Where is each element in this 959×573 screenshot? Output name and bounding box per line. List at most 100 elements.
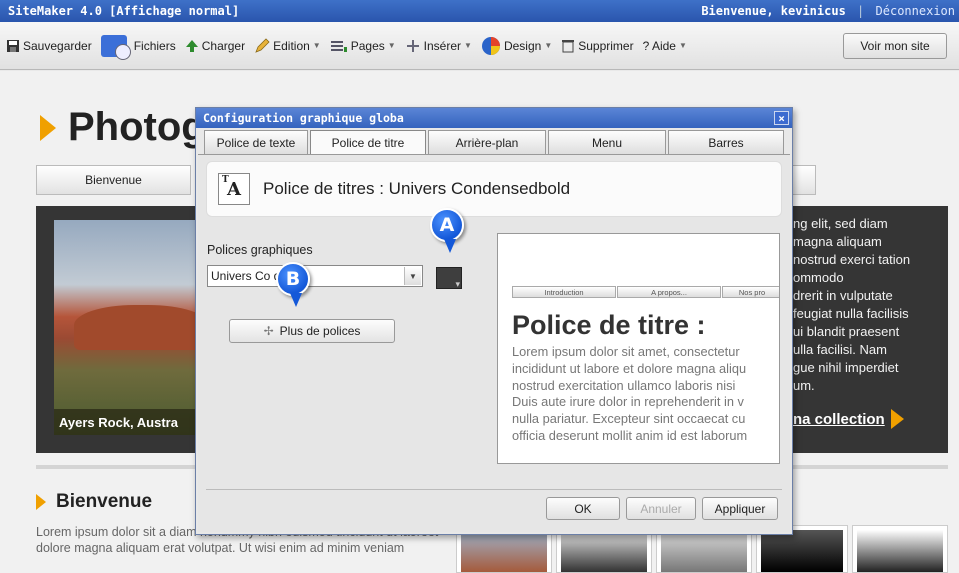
preview-line: officia deserunt mollit anim id est labo… xyxy=(512,427,748,443)
font-select[interactable]: Univers Co dbold ▼ xyxy=(207,265,423,287)
callout-b-marker: B xyxy=(276,262,310,307)
dialog-header-text: Police de titres : Univers Condensedbold xyxy=(263,179,571,198)
cancel-button[interactable]: Annuler xyxy=(626,497,696,520)
banner-line: um. xyxy=(793,378,815,393)
preview-tab: Introduction xyxy=(512,286,616,298)
logout-link[interactable]: Déconnexion xyxy=(876,4,955,18)
color-picker[interactable] xyxy=(436,267,462,290)
design-label: Design xyxy=(503,38,542,53)
close-icon[interactable]: × xyxy=(774,111,789,125)
dialog-tabs: Police de texte Police de titre Arrière-… xyxy=(204,130,790,155)
save-button[interactable]: Sauvegarder xyxy=(6,33,92,59)
help-label: ? Aide xyxy=(642,38,676,53)
photo-caption: Ayers Rock, Austra xyxy=(54,409,209,435)
separator: | xyxy=(857,4,865,18)
insert-label: Insérer xyxy=(423,38,462,53)
banner-line: magna aliquam xyxy=(793,234,882,249)
palette-globe-icon xyxy=(481,36,501,56)
chevron-right-icon xyxy=(890,409,904,429)
app-titlebar: SiteMaker 4.0 [Affichage normal] Bienven… xyxy=(0,0,959,22)
preview-text: Lorem ipsum dolor sit amet, consectetur … xyxy=(512,344,779,445)
chevron-down-icon: ▼ xyxy=(678,41,687,50)
pages-menu[interactable]: Pages ▼ xyxy=(330,33,396,59)
tab-background[interactable]: Arrière-plan xyxy=(428,130,546,154)
preview-line: nostrud exercitation ullamco laboris nis… xyxy=(512,377,736,393)
preview-line: Lorem ipsum dolor sit amet, consectetur xyxy=(512,344,740,359)
files-cd-icon xyxy=(100,34,131,60)
apply-button[interactable]: Appliquer xyxy=(702,497,778,520)
upload-arrow-icon xyxy=(185,39,199,53)
banner-line: drerit in vulputate xyxy=(793,288,893,303)
dialog-body: T A Police de titres : Univers Condensed… xyxy=(198,154,790,532)
banner-line: gue nihil imperdiet xyxy=(793,360,899,375)
chevron-down-icon[interactable]: ▼ xyxy=(404,267,421,285)
upload-button[interactable]: Charger xyxy=(185,33,245,59)
hero-photo: Ayers Rock, Austra xyxy=(54,220,209,435)
preview-line: Duis aute irure dolor in reprehenderit i… xyxy=(512,394,744,410)
banner-line: nostrud exerci tation xyxy=(793,252,911,267)
tab-text-font[interactable]: Police de texte xyxy=(204,130,308,154)
banner-line: ulla facilisi. Nam xyxy=(793,342,887,357)
fonts-label: Polices graphiques xyxy=(207,243,313,257)
design-menu[interactable]: Design ▼ xyxy=(481,33,552,59)
preview-tab: Nos pro xyxy=(722,286,779,298)
banner-line: ommodo xyxy=(793,270,844,285)
banner-line: ng elit, sed diam xyxy=(793,216,888,231)
preview-line: nulla pariatur. Excepteur sint occaecat … xyxy=(512,411,746,427)
rock-shape xyxy=(74,305,209,350)
user-area: Bienvenue, kevinicus | Déconnexion xyxy=(701,4,955,18)
thumbnail[interactable] xyxy=(852,525,948,573)
callout-a-marker: A xyxy=(430,208,464,253)
save-label: Sauvegarder xyxy=(23,38,92,53)
banner-text: ng elit, sed diam magna aliquam nostrud … xyxy=(793,215,943,395)
section-title: Bienvenue xyxy=(36,491,152,513)
dialog-title: Configuration graphique globa xyxy=(203,111,404,125)
banner-line: feugiat nulla facilisis xyxy=(793,306,909,321)
delete-label: Supprimer xyxy=(578,38,634,53)
font-icon: T A xyxy=(218,173,250,205)
dialog-titlebar[interactable]: Configuration graphique globa × xyxy=(196,108,792,128)
dialog-header: T A Police de titres : Univers Condensed… xyxy=(206,161,782,217)
collection-link-text: na collection xyxy=(793,410,885,428)
graphic-config-dialog: Configuration graphique globa × Police d… xyxy=(195,107,793,535)
main-toolbar: Sauvegarder Fichiers Charger Edition ▼ Pa… xyxy=(0,22,959,70)
upload-label: Charger xyxy=(201,38,246,53)
pencil-icon xyxy=(254,37,270,54)
font-preview: Introduction A propos... Nos pro Police … xyxy=(497,233,780,464)
ok-button[interactable]: OK xyxy=(546,497,620,520)
trash-icon xyxy=(561,39,575,53)
edit-menu[interactable]: Edition ▼ xyxy=(254,33,321,59)
insert-plus-icon: ✢ xyxy=(263,324,274,338)
font-icon-small: T xyxy=(222,175,229,185)
preview-line: incididunt ut labore et dolore magna ali… xyxy=(512,360,747,376)
edit-label: Edition xyxy=(273,38,310,53)
tab-menu[interactable]: Menu xyxy=(548,130,666,154)
welcome-text: Bienvenue, kevinicus xyxy=(701,4,846,18)
preview-title: Police de titre : xyxy=(512,310,706,340)
chevron-right-icon xyxy=(40,114,56,141)
pages-icon xyxy=(330,39,348,53)
chevron-right-icon xyxy=(36,494,46,510)
collection-link[interactable]: na collection xyxy=(793,409,904,429)
tab-title-font[interactable]: Police de titre xyxy=(310,130,426,155)
floppy-disk-icon xyxy=(6,39,20,53)
chevron-down-icon: ▼ xyxy=(544,41,553,50)
section-title-text: Bienvenue xyxy=(56,491,153,512)
dialog-divider xyxy=(206,489,782,490)
tab-bars[interactable]: Barres xyxy=(668,130,784,154)
chevron-down-icon: ▼ xyxy=(312,41,321,50)
files-label: Fichiers xyxy=(133,38,176,53)
delete-button[interactable]: Supprimer xyxy=(561,33,634,59)
nav-tab-bienvenue[interactable]: Bienvenue xyxy=(36,165,191,195)
chevron-down-icon: ▼ xyxy=(387,41,396,50)
font-icon-letter: A xyxy=(227,178,241,200)
insert-menu[interactable]: Insérer ▼ xyxy=(405,33,472,59)
files-button[interactable]: Fichiers xyxy=(100,33,176,60)
view-site-button[interactable]: Voir mon site xyxy=(843,33,947,59)
preview-tabs: Introduction A propos... Nos pro xyxy=(512,286,779,298)
preview-tab: A propos... xyxy=(617,286,721,298)
more-fonts-label: Plus de polices xyxy=(279,324,361,338)
app-title: SiteMaker 4.0 [Affichage normal] xyxy=(8,4,240,18)
help-menu[interactable]: ? Aide ▼ xyxy=(643,33,687,59)
more-fonts-button[interactable]: ✢ Plus de polices xyxy=(229,319,395,343)
